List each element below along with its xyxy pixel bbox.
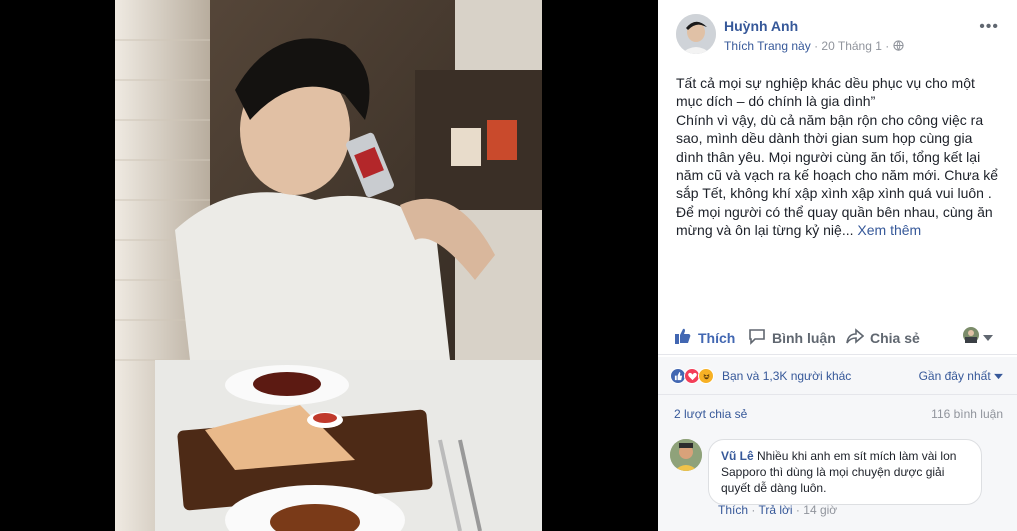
- comment-like-link[interactable]: Thích: [718, 503, 748, 517]
- globe-icon: [892, 39, 904, 53]
- chevron-down-icon: [983, 329, 993, 345]
- share-count[interactable]: 2 lượt chia sẻ: [674, 407, 747, 421]
- reaction-summary[interactable]: Bạn và 1,3K người khác: [722, 369, 851, 383]
- comment-author[interactable]: Vũ Lê: [721, 449, 754, 463]
- post-meta: Thích Trang này · 20 Tháng 1 ·: [724, 39, 904, 53]
- post-date[interactable]: 20 Tháng 1: [821, 39, 882, 53]
- comment-actions: Thích · Trả lời · 14 giờ: [718, 503, 837, 517]
- more-options-icon[interactable]: •••: [979, 18, 999, 36]
- comment-dot: ·: [795, 503, 800, 517]
- author-name[interactable]: Huỳnh Anh: [724, 18, 798, 34]
- comment-button[interactable]: Bình luận: [748, 327, 836, 348]
- post-detail-panel: Huỳnh Anh Thích Trang này · 20 Tháng 1 ·…: [658, 0, 1017, 531]
- share-button[interactable]: Chia sẻ: [846, 327, 920, 348]
- post-text-line: Chính vì vậy, dù cả năm bận rộn cho công…: [676, 111, 999, 202]
- reaction-icons[interactable]: [670, 368, 714, 384]
- post-text-line: Để mọi người có thể quay quần bên nhau, …: [676, 203, 993, 239]
- meta-separator: ·: [814, 39, 819, 53]
- share-icon: [846, 327, 865, 348]
- comment-label: Bình luận: [772, 329, 836, 346]
- comment-text: Nhiều khi anh em sít mích làm vài lon Sa…: [721, 449, 957, 495]
- comment-time[interactable]: 14 giờ: [803, 503, 837, 517]
- chevron-down-icon: [994, 369, 1003, 383]
- comment-list: Vũ Lê Nhiều khi anh em sít mích làm vài …: [658, 431, 1017, 531]
- meta-separator-2: ·: [885, 39, 890, 53]
- photo-viewer: Huỳnh Anh Thích Trang này · 20 Tháng 1 ·…: [0, 0, 1017, 531]
- commenter-avatar[interactable]: [670, 439, 702, 471]
- photo-illustration: [115, 0, 542, 531]
- profile-thumb-icon: [963, 327, 979, 346]
- comment-bubble: Vũ Lê Nhiều khi anh em sít mích làm vài …: [708, 439, 982, 505]
- share-label: Chia sẻ: [870, 329, 920, 346]
- post-text-line: Tất cả mọi sự nghiệp khác dều phục vụ ch…: [676, 75, 975, 110]
- commenter-avatar-image: [670, 439, 702, 471]
- sort-label: Gần đây nhất: [918, 369, 991, 383]
- view-as-selector[interactable]: [963, 327, 993, 346]
- engagement-counts: 2 lượt chia sẻ 116 bình luận: [658, 395, 1017, 431]
- comment-dot: ·: [751, 503, 756, 517]
- comment-icon: [748, 327, 766, 348]
- avatar-image: [676, 14, 716, 54]
- reactions-bar: Bạn và 1,3K người khác Gần đây nhất: [658, 357, 1017, 395]
- haha-reaction-icon: [698, 368, 714, 384]
- comment-reply-link[interactable]: Trả lời: [758, 503, 792, 517]
- comment-sort-dropdown[interactable]: Gần đây nhất: [919, 369, 1003, 383]
- like-button[interactable]: Thích: [674, 327, 735, 348]
- post-header: Huỳnh Anh Thích Trang này · 20 Tháng 1 ·…: [676, 14, 1005, 58]
- author-avatar[interactable]: [676, 14, 716, 54]
- post-photo[interactable]: [115, 0, 542, 531]
- comment-count[interactable]: 116 bình luận: [931, 407, 1003, 421]
- see-more-link[interactable]: Xem thêm: [857, 222, 921, 238]
- action-bar: Thích Bình luận Chia sẻ: [658, 321, 1017, 355]
- like-label: Thích: [698, 329, 736, 346]
- thumbs-up-icon: [674, 327, 692, 348]
- post-body: Tất cả mọi sự nghiệp khác dều phục vụ ch…: [676, 74, 1001, 240]
- like-page-link[interactable]: Thích Trang này: [724, 39, 811, 53]
